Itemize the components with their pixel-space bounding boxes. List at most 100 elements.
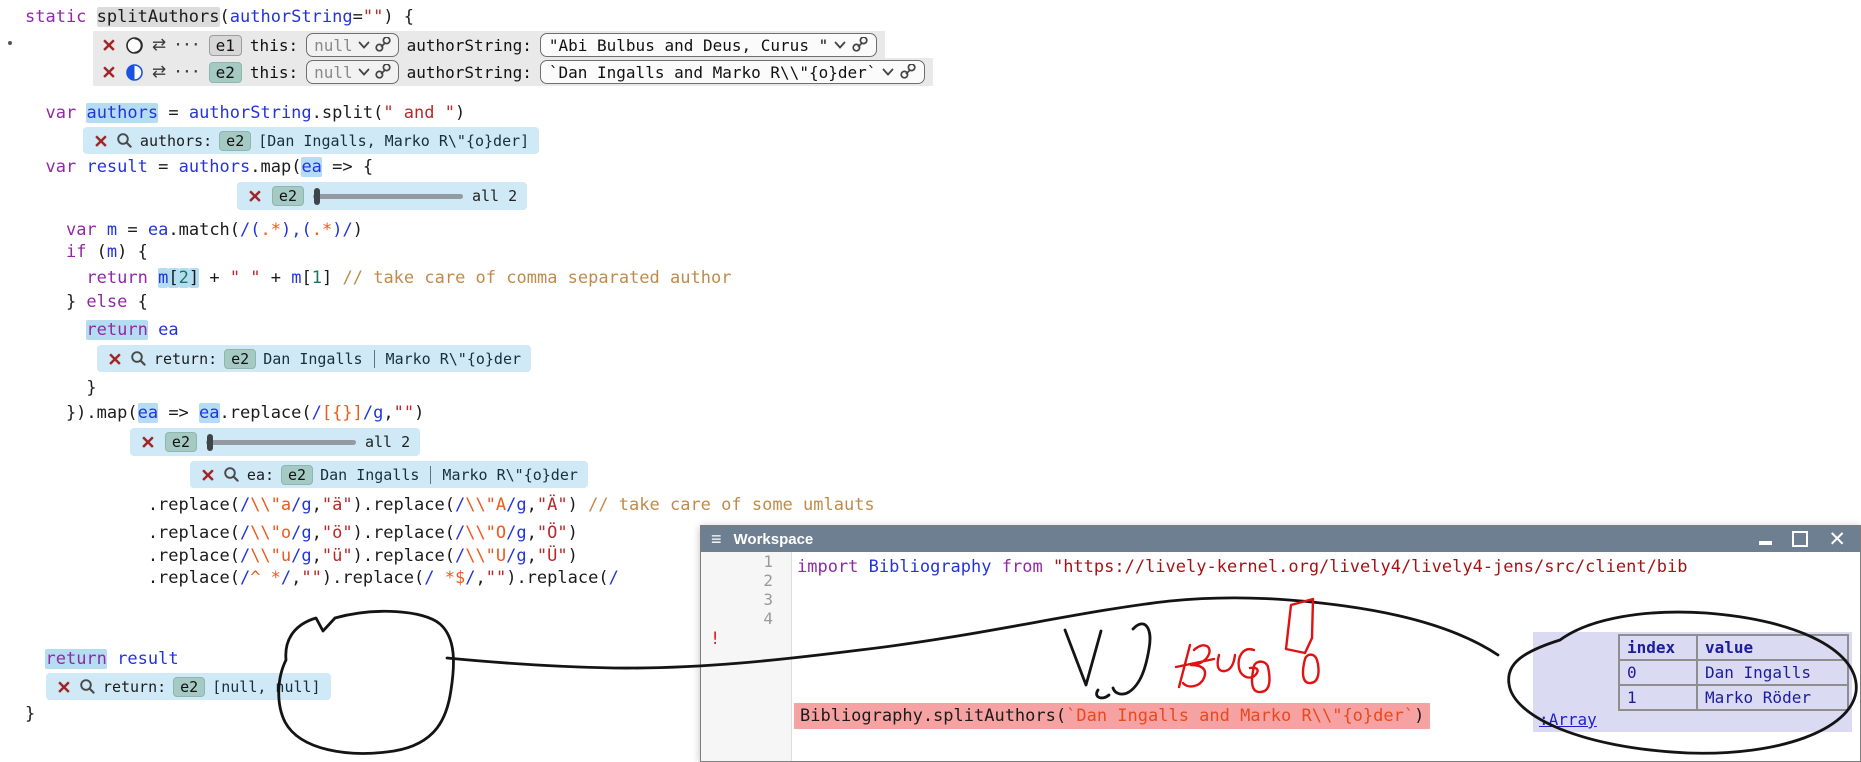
code-token: /g [291, 523, 311, 543]
chevron-down-icon[interactable] [882, 67, 894, 77]
code-token: ) [353, 220, 363, 240]
toggle-on-icon[interactable] [125, 63, 144, 82]
code-token: .* [312, 220, 332, 240]
chain-link-icon[interactable] [900, 64, 916, 80]
evaluated-expression[interactable]: Bibliography.splitAuthors(`Dan Ingalls a… [794, 703, 1430, 729]
workspace-window: ≡ Workspace ✕ 1234 ! import Bibliography… [700, 525, 1861, 762]
workspace-code-line[interactable]: import Bibliography from "https://lively… [797, 554, 1688, 580]
probe-widget[interactable]: ×return:e2[null, null] [46, 673, 331, 700]
example-badge-e2[interactable]: e2 [224, 349, 256, 369]
code-token: "Ü" [537, 546, 568, 566]
example-badge-e2[interactable]: e2 [272, 186, 304, 206]
close-probe-icon[interactable]: × [56, 679, 72, 695]
swap-arrows-icon[interactable]: ⇄ [152, 62, 166, 82]
close-probe-icon[interactable]: × [101, 37, 117, 53]
code-token [25, 320, 86, 340]
code-token: ( [220, 7, 230, 27]
code-line: if (m) { [25, 241, 148, 263]
code-token: var [45, 157, 76, 177]
close-probe-icon[interactable]: × [93, 133, 109, 149]
workspace-titlebar[interactable]: ≡ Workspace ✕ [701, 526, 1860, 552]
code-token: , [312, 495, 322, 515]
example-badge-e2[interactable]: e2 [281, 465, 313, 485]
code-token: .replace( [220, 403, 312, 423]
example-row-e2[interactable]: ×⇄···e2this:nullauthorString:`Dan Ingall… [93, 58, 933, 86]
more-options-icon[interactable]: ··· [174, 65, 200, 80]
slider-thumb[interactable] [314, 188, 320, 205]
code-token: [ [168, 268, 178, 288]
more-options-icon[interactable]: ··· [174, 38, 200, 53]
array-inspect-link[interactable]: :Array [1539, 710, 1597, 729]
chain-link-icon[interactable] [852, 37, 868, 53]
code-token: var [45, 103, 76, 123]
example-badge-e2[interactable]: e2 [173, 677, 205, 697]
param-value-select[interactable]: `Dan Ingalls and Marko R\\"{o}der` [540, 60, 926, 84]
example-badge-e2[interactable]: e2 [165, 432, 197, 452]
code-line: .replace(/\\"o/g,"ö").replace(/\\"O/g,"Ö… [25, 522, 578, 544]
chevron-down-icon[interactable] [358, 40, 370, 50]
probe-widget[interactable]: ×ea:e2Dan IngallsMarko R\"{o}der [190, 461, 588, 488]
toggle-off-icon[interactable] [125, 36, 144, 55]
this-label: this: [250, 36, 298, 55]
example-slider-widget[interactable]: ×e2all 2 [130, 428, 420, 456]
code-token: /g [506, 546, 526, 566]
result-inspector-panel: :Array indexvalue0Dan Ingalls1Marko Röde… [1533, 632, 1852, 732]
chain-link-icon[interactable] [375, 64, 391, 80]
code-token: return [86, 268, 147, 288]
probe-label: return: [103, 678, 166, 696]
code-token: \\"o [250, 523, 291, 543]
this-value-select[interactable]: null [306, 60, 399, 84]
code-token [25, 103, 45, 123]
close-button[interactable]: ✕ [1828, 530, 1846, 548]
example-badge-e2[interactable]: e2 [219, 131, 251, 151]
code-token: , [527, 546, 537, 566]
code-token: ).replace( [506, 568, 608, 588]
example-slider-widget[interactable]: ×e2all 2 [237, 182, 527, 210]
close-probe-icon[interactable]: × [247, 188, 263, 204]
maximize-button[interactable] [1792, 531, 1808, 547]
iteration-slider[interactable] [313, 194, 463, 199]
code-token: ea [148, 220, 168, 240]
probe-label: return: [154, 350, 217, 368]
code-token: " " [230, 268, 261, 288]
code-token: .replace( [25, 523, 240, 543]
code-token: /( [240, 220, 260, 240]
example-badge-e1[interactable]: e1 [209, 35, 242, 56]
code-line: } [25, 703, 35, 725]
magnifier-icon [130, 350, 147, 367]
probe-label: authors: [140, 132, 212, 150]
swap-arrows-icon[interactable]: ⇄ [152, 35, 166, 55]
code-token [25, 268, 86, 288]
close-probe-icon[interactable]: × [200, 467, 216, 483]
code-token: "Ö" [537, 523, 568, 543]
line-number: 1 [701, 552, 791, 571]
code-token: "" [486, 568, 506, 588]
close-probe-icon[interactable]: × [140, 434, 156, 450]
code-token: static [25, 7, 86, 27]
close-probe-icon[interactable]: × [101, 64, 117, 80]
iteration-slider[interactable] [206, 440, 356, 445]
code-token: / [424, 568, 434, 588]
hamburger-menu-icon[interactable]: ≡ [711, 531, 722, 547]
code-token: / [465, 568, 475, 588]
code-token [332, 268, 342, 288]
chain-link-icon[interactable] [375, 37, 391, 53]
this-value-select[interactable]: null [306, 33, 399, 57]
param-label: authorString: [407, 63, 532, 82]
chevron-down-icon[interactable] [834, 40, 846, 50]
example-row-e1[interactable]: ×⇄···e1this:nullauthorString:"Abi Bulbus… [93, 31, 885, 59]
code-token: /g [291, 495, 311, 515]
param-value-select[interactable]: "Abi Bulbus and Deus, Curus " [540, 33, 877, 57]
code-token: / [312, 403, 322, 423]
chevron-down-icon[interactable] [358, 67, 370, 77]
slider-thumb[interactable] [207, 434, 213, 451]
probe-widget[interactable]: ×authors:e2[Dan Ingalls, Marko R\"{o}der… [83, 127, 539, 154]
code-token: Bibliography [869, 557, 992, 577]
minimize-button[interactable] [1759, 541, 1772, 545]
close-probe-icon[interactable]: × [107, 351, 123, 367]
this-value: null [314, 36, 353, 55]
probe-widget[interactable]: ×return:e2Dan IngallsMarko R\"{o}der [97, 345, 531, 372]
this-value: null [314, 63, 353, 82]
example-badge-e2[interactable]: e2 [209, 62, 242, 83]
code-token: , [312, 546, 322, 566]
